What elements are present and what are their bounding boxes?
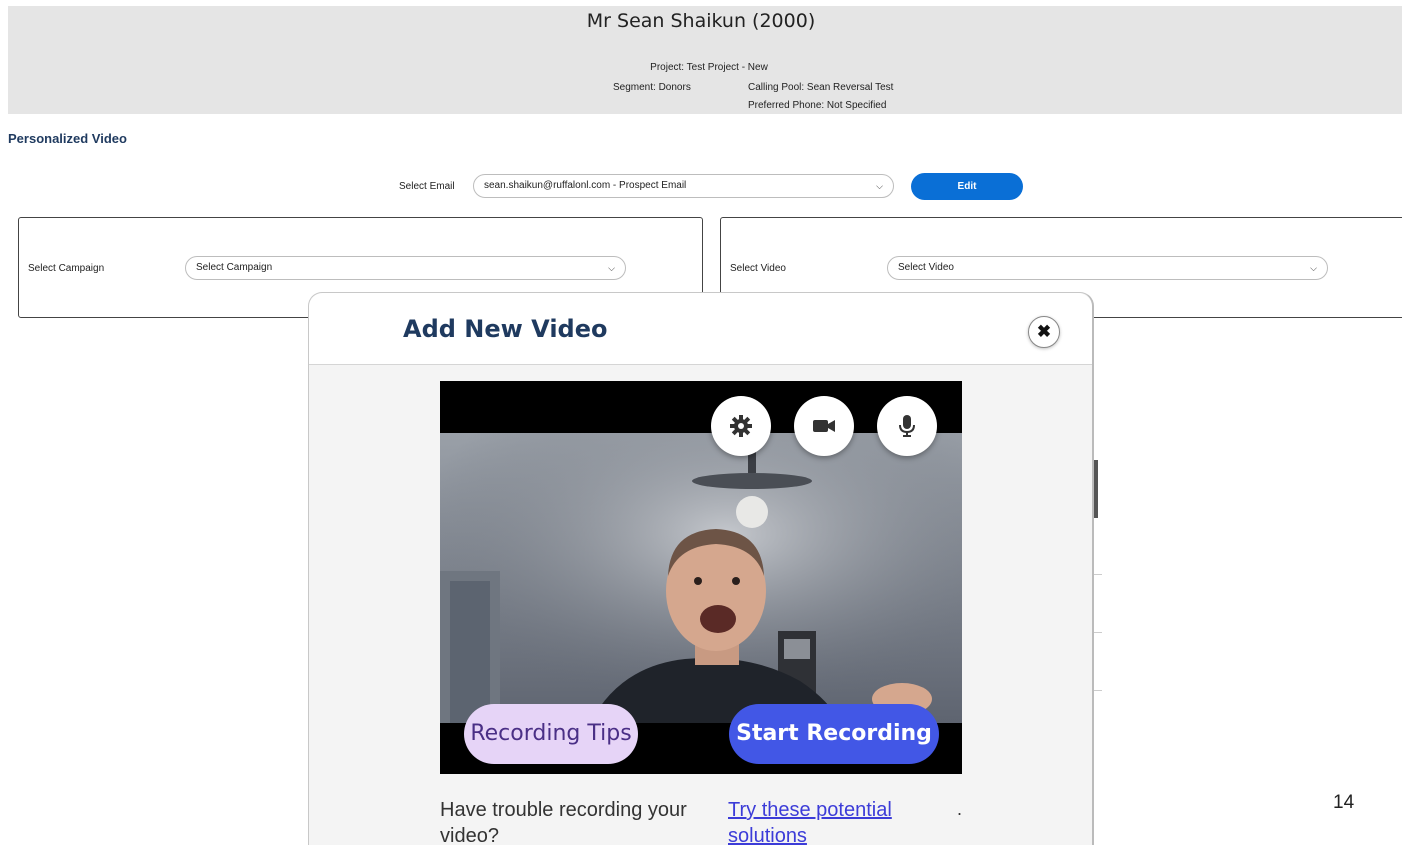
chevron-down-icon: ⌵ [1310,263,1317,273]
section-title: Personalized Video [8,131,127,146]
add-video-modal: Add New Video ✖ Recording Tips Start Rec… [308,292,1094,845]
preferred-phone-label: Preferred Phone: Not Specified [748,100,887,111]
settings-button[interactable] [711,396,771,456]
campaign-select[interactable]: Select Campaign ⌵ [185,256,626,280]
select-email-label: Select Email [399,181,455,192]
video-select[interactable]: Select Video ⌵ [887,256,1328,280]
email-select[interactable]: sean.shaikun@ruffalonl.com - Prospect Em… [473,174,894,198]
email-select-value: sean.shaikun@ruffalonl.com - Prospect Em… [484,180,687,191]
page-number: 14 [1333,792,1355,813]
camera-button[interactable] [794,396,854,456]
microphone-button[interactable] [877,396,937,456]
modal-title: Add New Video [403,315,608,343]
select-video-label: Select Video [730,263,786,274]
close-icon: ✖ [1036,322,1052,341]
campaign-select-value: Select Campaign [196,262,273,273]
gear-icon [730,415,752,437]
chevron-down-icon: ⌵ [876,181,883,191]
calling-pool-label: Calling Pool: Sean Reversal Test [748,82,894,93]
video-camera-icon [813,420,835,432]
video-select-value: Select Video [898,262,954,273]
select-campaign-label: Select Campaign [28,263,105,274]
microphone-icon [899,415,915,437]
recording-tips-button[interactable]: Recording Tips [464,704,638,764]
help-dot: . [957,799,963,819]
modal-header: Add New Video ✖ [309,293,1092,365]
contact-name: Mr Sean Shaikun (2000) [586,10,816,32]
help-text: Have trouble recording your video? [440,799,687,845]
edit-button[interactable]: Edit [911,173,1023,200]
project-label: Project: Test Project - New [650,62,768,73]
start-recording-button[interactable]: Start Recording [729,704,939,764]
potential-solutions-link[interactable]: Try these potential solutions [728,797,928,845]
close-button[interactable]: ✖ [1028,316,1060,348]
chevron-down-icon: ⌵ [608,263,615,273]
segment-label: Segment: Donors [613,82,691,93]
